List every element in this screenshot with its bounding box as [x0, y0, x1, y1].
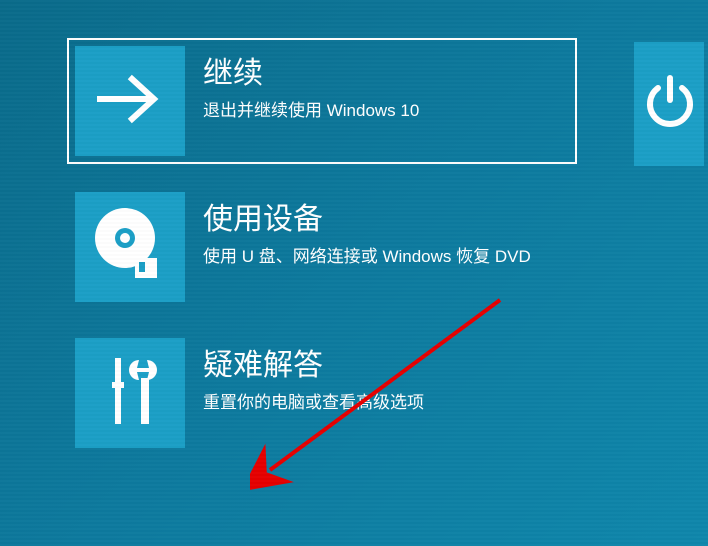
power-button[interactable]	[634, 42, 704, 166]
option-continue[interactable]: 继续 退出并继续使用 Windows 10	[67, 38, 577, 164]
disc-icon	[85, 200, 175, 295]
option-use-device-text: 使用设备 使用 U 盘、网络连接或 Windows 恢复 DVD	[203, 192, 531, 269]
option-continue-text: 继续 退出并继续使用 Windows 10	[203, 46, 419, 123]
option-continue-tile	[75, 46, 185, 156]
option-troubleshoot-subtitle: 重置你的电脑或查看高级选项	[203, 391, 424, 415]
tools-icon	[85, 346, 175, 441]
power-icon	[638, 70, 702, 139]
option-use-device-title: 使用设备	[203, 200, 531, 239]
option-continue-title: 继续	[203, 54, 419, 93]
option-use-device-subtitle: 使用 U 盘、网络连接或 Windows 恢复 DVD	[203, 245, 531, 269]
option-use-device[interactable]: 使用设备 使用 U 盘、网络连接或 Windows 恢复 DVD	[75, 192, 708, 302]
option-troubleshoot[interactable]: 疑难解答 重置你的电脑或查看高级选项	[75, 338, 708, 448]
option-troubleshoot-title: 疑难解答	[203, 346, 424, 385]
arrow-right-icon	[90, 59, 170, 144]
option-troubleshoot-tile	[75, 338, 185, 448]
option-use-device-tile	[75, 192, 185, 302]
option-continue-subtitle: 退出并继续使用 Windows 10	[203, 99, 419, 123]
option-troubleshoot-text: 疑难解答 重置你的电脑或查看高级选项	[203, 338, 424, 415]
